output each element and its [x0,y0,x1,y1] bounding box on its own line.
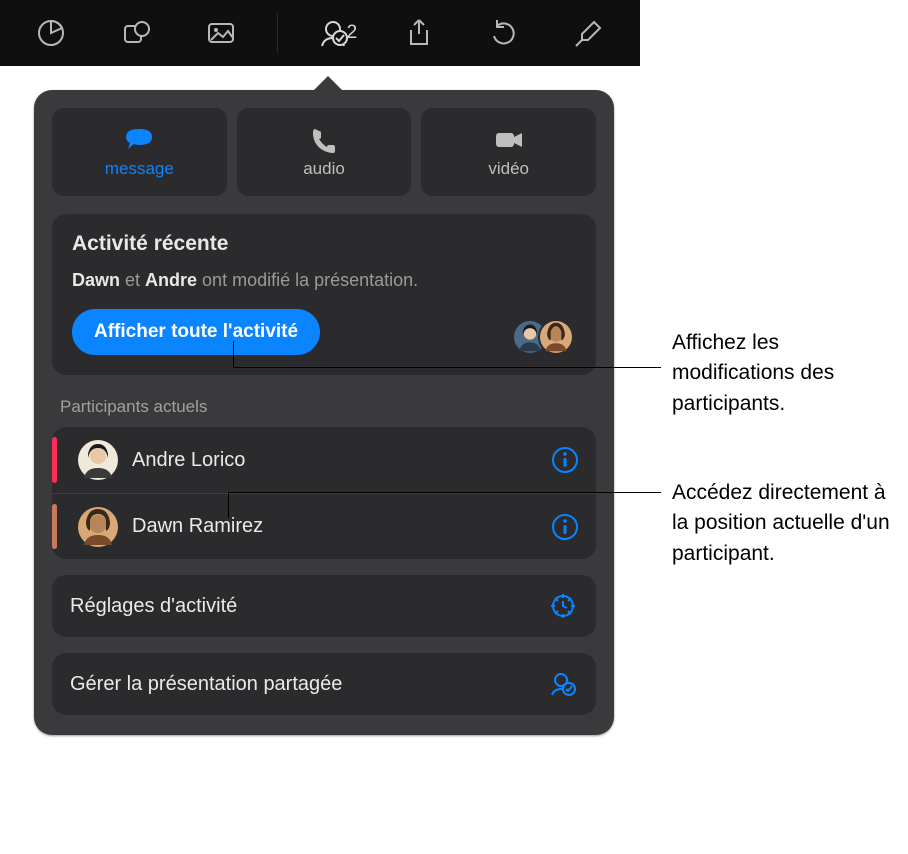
show-all-activity-button[interactable]: Afficher toute l'activité [72,309,320,355]
participant-name: Dawn Ramirez [132,515,550,538]
info-icon[interactable] [550,445,580,475]
toolbar-share[interactable] [389,10,449,56]
video-label: vidéo [488,159,529,179]
activity-settings-label: Réglages d'activité [70,595,548,618]
toolbar-separator [277,13,278,53]
callout-activity: Affichez les modifications des participa… [672,328,898,419]
collaboration-popover: message audio vidéo Activité récente Daw… [34,90,614,735]
undo-icon [487,16,521,50]
callout-line [228,492,661,493]
toolbar-media[interactable] [191,10,251,56]
activity-name1: Dawn [72,270,120,290]
activity-name2: Andre [145,270,197,290]
recent-activity-card: Activité récente Dawn et Andre ont modif… [52,214,596,375]
collaborate-icon [316,16,350,50]
canvas-right [640,0,908,854]
participants-heading: Participants actuels [60,397,592,417]
activity-avatars [522,319,574,355]
audio-label: audio [303,159,345,179]
avatar-small [538,319,574,355]
participant-row[interactable]: Dawn Ramirez [52,493,596,559]
toolbar-undo[interactable] [474,10,534,56]
manage-shared-row[interactable]: Gérer la présentation partagée [52,653,596,715]
toolbar-format[interactable] [559,10,619,56]
gear-clock-icon [548,591,578,621]
shapes-icon [119,16,153,50]
share-icon [402,16,436,50]
callout-line [233,367,661,368]
app-toolbar: 2 [0,0,640,66]
participant-row[interactable]: Andre Lorico [52,427,596,493]
activity-summary: Dawn et Andre ont modifié la présentatio… [72,270,576,291]
collaborate-small-icon [548,669,578,699]
participant-name: Andre Lorico [132,449,550,472]
avatar [78,440,118,480]
toolbar-shapes[interactable] [106,10,166,56]
collab-count: 2 [347,22,358,44]
paintbrush-icon [572,16,606,50]
callout-line [228,492,229,518]
message-label: message [105,159,174,179]
callout-line [233,341,234,367]
toolbar-collaborate[interactable]: 2 [303,10,363,56]
activity-settings-row[interactable]: Réglages d'activité [52,575,596,637]
toolbar-charts[interactable] [21,10,81,56]
message-icon [122,125,156,155]
pie-chart-icon [34,16,68,50]
message-button[interactable]: message [52,108,227,196]
participants-list: Andre Lorico Dawn Ramirez [52,427,596,559]
activity-title: Activité récente [72,232,576,256]
phone-icon [307,125,341,155]
callout-participant: Accédez directement à la position actuel… [672,478,898,569]
video-icon [492,125,526,155]
photo-icon [204,16,238,50]
avatar [78,507,118,547]
presence-indicator [52,504,57,549]
presence-indicator [52,437,57,483]
info-icon[interactable] [550,512,580,542]
audio-button[interactable]: audio [237,108,412,196]
video-button[interactable]: vidéo [421,108,596,196]
manage-shared-label: Gérer la présentation partagée [70,673,548,696]
